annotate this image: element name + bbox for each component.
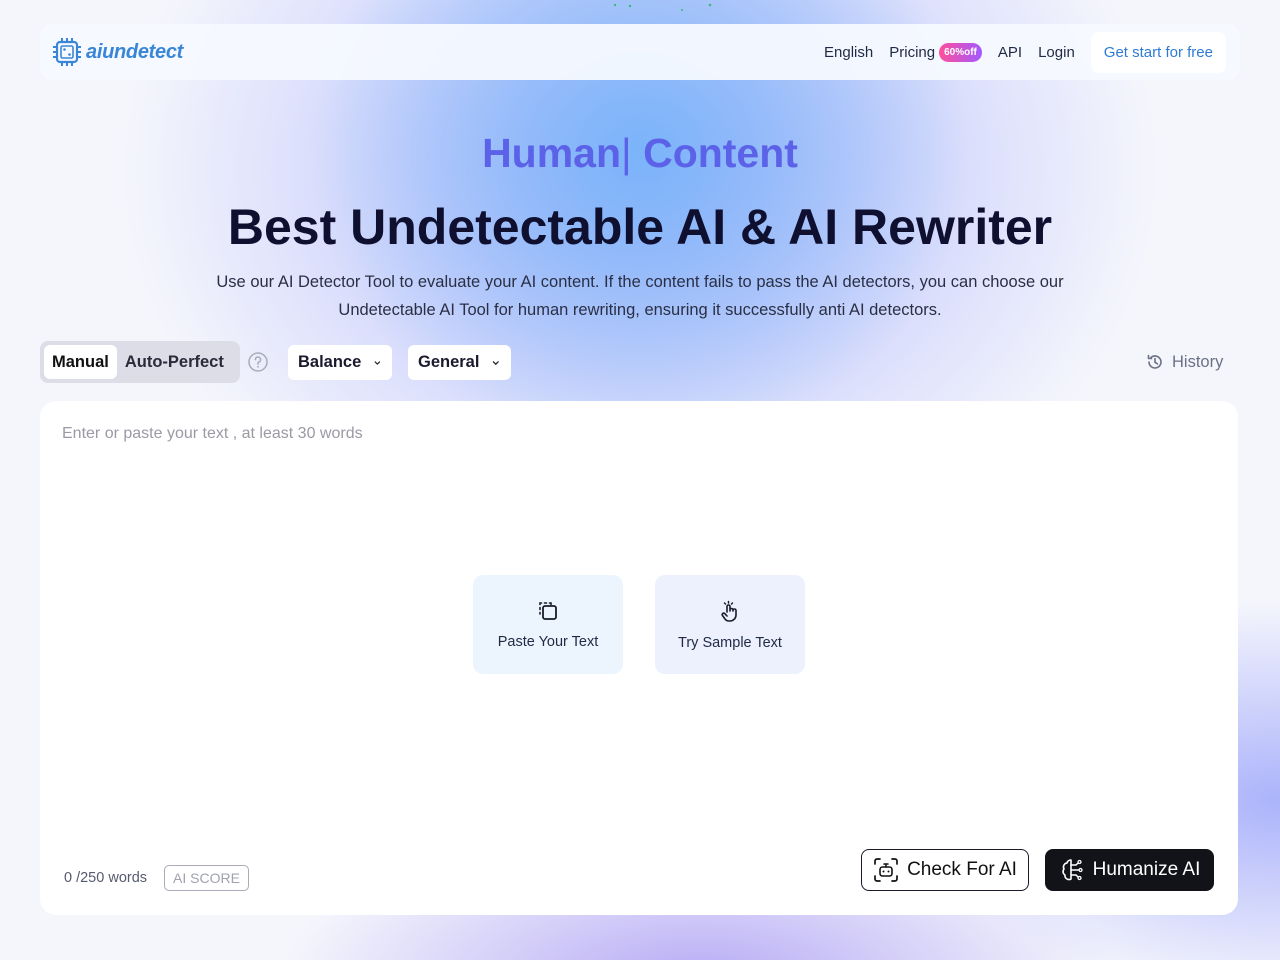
history-label: History xyxy=(1172,352,1224,371)
check-for-ai-button[interactable]: Check For AI xyxy=(861,849,1029,891)
typed-text: Human xyxy=(482,130,622,176)
editor-toolbar: Manual Auto-Perfect Balance General Hist… xyxy=(40,341,1240,383)
purpose-select[interactable]: General xyxy=(408,345,511,380)
strength-select-value: Balance xyxy=(298,353,362,371)
editor-panel: Paste Your Text Try Sample Text 0 /250 w… xyxy=(40,401,1238,915)
brand-name: aiundetect xyxy=(86,40,184,63)
paste-text-button[interactable]: Paste Your Text xyxy=(473,575,623,674)
language-link[interactable]: English xyxy=(816,44,881,61)
chip-logo-icon xyxy=(53,38,81,66)
hero-section: Human| Content Best Undetectable AI & AI… xyxy=(0,130,1280,324)
help-icon[interactable] xyxy=(248,352,268,372)
ai-score-badge: AI SCORE xyxy=(164,865,249,891)
robot-scan-icon xyxy=(874,858,898,882)
try-sample-label: Try Sample Text xyxy=(678,634,782,651)
mode-manual-tab[interactable]: Manual xyxy=(44,345,117,379)
history-icon xyxy=(1147,354,1162,369)
mode-auto-perfect-tab[interactable]: Auto-Perfect xyxy=(117,345,232,379)
typing-cursor: | xyxy=(621,130,632,176)
typed-heading: Human| Content xyxy=(0,130,1280,186)
text-input[interactable] xyxy=(62,425,1212,545)
chevron-down-icon xyxy=(493,360,500,365)
humanize-ai-label: Humanize AI xyxy=(1092,859,1201,880)
hero-description: Use our AI Detector Tool to evaluate you… xyxy=(216,273,1064,319)
humanize-ai-button[interactable]: Humanize AI xyxy=(1045,849,1214,891)
paste-icon xyxy=(539,601,557,620)
discount-badge: 60%off xyxy=(939,42,982,62)
word-count: 0 /250 words xyxy=(64,870,148,886)
page-title: Best Undetectable AI & AI Rewriter xyxy=(227,199,1053,255)
mode-toggle: Manual Auto-Perfect xyxy=(40,341,240,383)
brand-logo[interactable]: aiundetect xyxy=(52,37,183,67)
chevron-down-icon xyxy=(374,360,381,365)
purpose-select-value: General xyxy=(418,353,480,371)
top-navbar: aiundetect English Pricing 60%off API Lo… xyxy=(40,24,1240,80)
api-link[interactable]: API xyxy=(990,44,1030,61)
try-sample-button[interactable]: Try Sample Text xyxy=(655,575,805,674)
pricing-link[interactable]: Pricing 60%off xyxy=(881,42,990,62)
history-button[interactable]: History xyxy=(1137,345,1232,379)
pricing-label: Pricing xyxy=(889,43,936,61)
paste-text-label: Paste Your Text xyxy=(497,633,599,650)
check-for-ai-label: Check For AI xyxy=(907,859,1017,880)
login-link[interactable]: Login xyxy=(1030,44,1083,61)
tap-hand-icon xyxy=(721,600,737,622)
nav-links: English Pricing 60%off API Login Get sta… xyxy=(816,31,1226,73)
decorative-dots xyxy=(613,3,712,11)
typed-word: Content xyxy=(631,130,798,176)
get-started-button[interactable]: Get start for free xyxy=(1090,31,1226,73)
strength-select[interactable]: Balance xyxy=(288,345,392,380)
brain-circuit-icon xyxy=(1061,859,1083,881)
